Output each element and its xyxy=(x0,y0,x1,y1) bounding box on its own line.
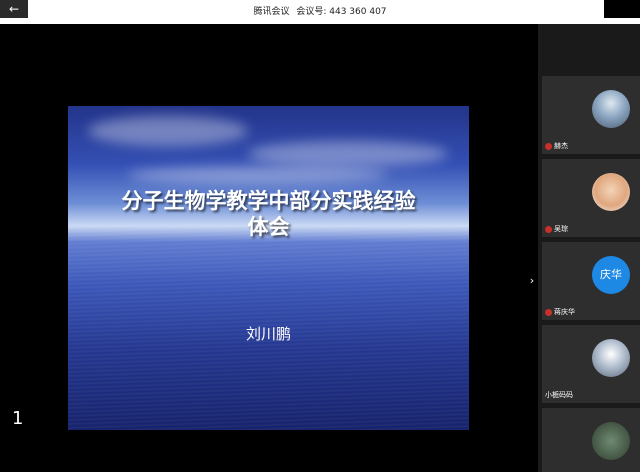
participant-photo-avatar xyxy=(592,90,630,128)
cloud-decoration xyxy=(88,116,248,146)
muted-mic-icon xyxy=(545,309,552,316)
muted-mic-icon xyxy=(545,226,552,233)
app-label: 腾讯会议 xyxy=(253,7,290,17)
meeting-id: 443 360 407 xyxy=(329,7,387,17)
participant-cartoon-avatar xyxy=(592,173,630,211)
presentation-slide: 分子生物学教学中部分实践经验 体会 刘川鹏 xyxy=(68,106,469,430)
muted-mic-icon xyxy=(545,143,552,150)
participant-tile[interactable]: 赫杰 xyxy=(542,76,640,154)
meeting-title: 腾讯会议 会议号: 443 360 407 xyxy=(0,4,640,17)
participant-name: 吴琮 xyxy=(545,225,568,234)
participant-tile[interactable]: 庆华 蒋庆华 xyxy=(542,242,640,320)
slide-title-line-1: 分子生物学教学中部分实践经验 xyxy=(121,188,416,213)
window-control-button[interactable] xyxy=(604,0,640,18)
participant-tile[interactable]: 小栀码码 xyxy=(542,325,640,403)
participant-name: 蒋庆华 xyxy=(545,308,575,317)
slide-title: 分子生物学教学中部分实践经验 体会 xyxy=(68,188,469,240)
cloud-decoration xyxy=(248,141,448,167)
participant-photo-avatar xyxy=(592,422,630,460)
meeting-label: 会议号: xyxy=(296,7,327,17)
title-bar: ← 腾讯会议 会议号: 443 360 407 xyxy=(0,0,640,24)
participant-photo-avatar xyxy=(592,339,630,377)
participant-name: 小栀码码 xyxy=(545,391,573,399)
slide-author: 刘川鹏 xyxy=(245,325,291,343)
participant-tile[interactable]: 吴琮 xyxy=(542,159,640,237)
panel-toggle-chevron-icon[interactable]: › xyxy=(526,272,538,290)
participant-tile[interactable] xyxy=(542,408,640,472)
slide-title-line-2: 体会 xyxy=(247,214,290,239)
participant-name: 赫杰 xyxy=(545,142,568,151)
page-number: 1 xyxy=(12,408,24,429)
participant-initial-avatar: 庆华 xyxy=(592,256,630,294)
cloud-decoration xyxy=(128,166,388,184)
